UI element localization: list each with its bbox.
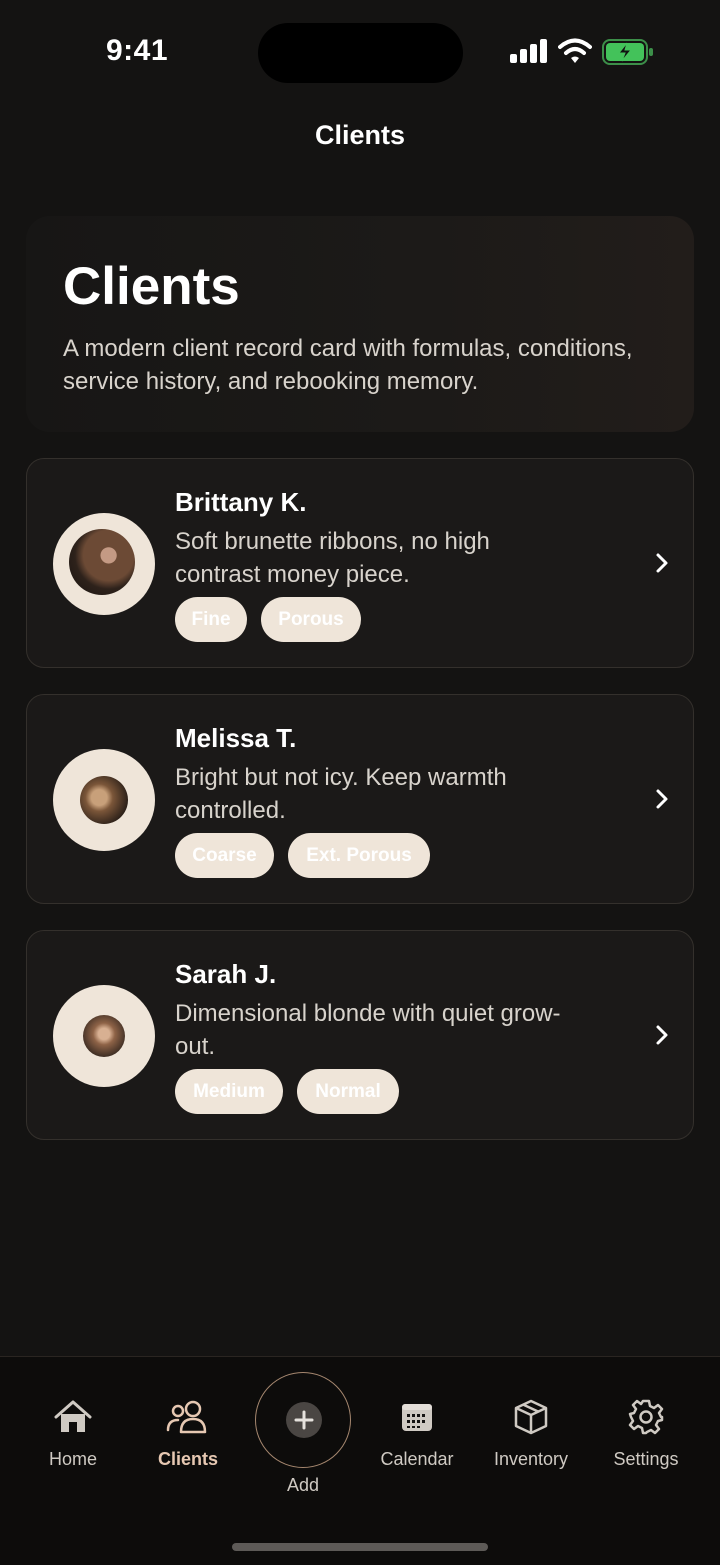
box-icon <box>514 1399 548 1435</box>
page-subtitle: A modern client record card with formula… <box>63 335 633 395</box>
battery-charging-icon <box>602 39 653 65</box>
porosity-tag: Ext. Porous <box>288 833 430 878</box>
porosity-tag: Normal <box>297 1069 399 1114</box>
home-indicator <box>232 1543 488 1551</box>
client-name: Brittany K. <box>175 487 307 517</box>
tab-bar: Home Clients Add Calendar Inventory Sett… <box>0 1356 720 1565</box>
dynamic-island <box>258 23 463 83</box>
header-card: Clients A modern client record card with… <box>26 216 694 432</box>
tab-inventory[interactable]: Inventory <box>476 1397 586 1470</box>
avatar-photo <box>69 529 135 595</box>
chevron-right-icon <box>656 553 668 573</box>
client-card[interactable]: Brittany K. Soft brunette ribbons, no hi… <box>26 458 694 668</box>
hair-texture-tag: Fine <box>175 597 247 642</box>
tab-label: Home <box>48 1449 97 1469</box>
client-card[interactable]: Sarah J. Dimensional blonde with quiet g… <box>26 930 694 1140</box>
nav-title: Clients <box>314 120 406 150</box>
status-bar: 9:41 <box>0 0 720 100</box>
tab-calendar[interactable]: Calendar <box>362 1397 472 1470</box>
chevron-right-icon <box>656 1025 668 1045</box>
status-time: 9:41 <box>106 34 169 67</box>
tab-settings[interactable]: Settings <box>591 1397 701 1470</box>
gear-icon <box>628 1399 664 1435</box>
tab-label: Settings <box>613 1449 679 1469</box>
avatar-photo <box>83 1015 125 1057</box>
client-card[interactable]: Melissa T. Bright but not icy. Keep warm… <box>26 694 694 904</box>
plus-icon <box>286 1402 322 1438</box>
calendar-icon <box>402 1404 432 1431</box>
page-title: Clients <box>63 257 240 316</box>
tab-home[interactable]: Home <box>18 1397 128 1470</box>
hair-texture-tag: Coarse <box>175 833 274 878</box>
add-label: Add <box>286 1475 320 1495</box>
tab-label: Inventory <box>493 1449 569 1469</box>
client-name: Melissa T. <box>175 723 297 753</box>
hair-texture-tag: Medium <box>175 1069 283 1114</box>
avatar <box>53 513 155 615</box>
tab-clients[interactable]: Clients <box>133 1397 243 1470</box>
avatar <box>53 749 155 851</box>
add-button[interactable] <box>255 1372 351 1468</box>
cellular-signal-icon <box>510 39 547 63</box>
avatar <box>53 985 155 1087</box>
chevron-right-icon <box>656 789 668 809</box>
client-note: Soft brunette ribbons, no high contrast … <box>175 528 490 588</box>
wifi-icon <box>558 38 592 63</box>
people-icon <box>166 1400 207 1434</box>
client-note: Dimensional blonde with quiet grow-out. <box>175 1000 561 1060</box>
home-icon <box>54 1400 92 1432</box>
client-note: Bright but not icy. Keep warmth controll… <box>175 764 507 824</box>
avatar-photo <box>80 776 128 824</box>
tab-label: Calendar <box>380 1449 454 1469</box>
client-name: Sarah J. <box>175 959 277 989</box>
tab-label: Clients <box>157 1449 218 1469</box>
porosity-tag: Porous <box>261 597 361 642</box>
